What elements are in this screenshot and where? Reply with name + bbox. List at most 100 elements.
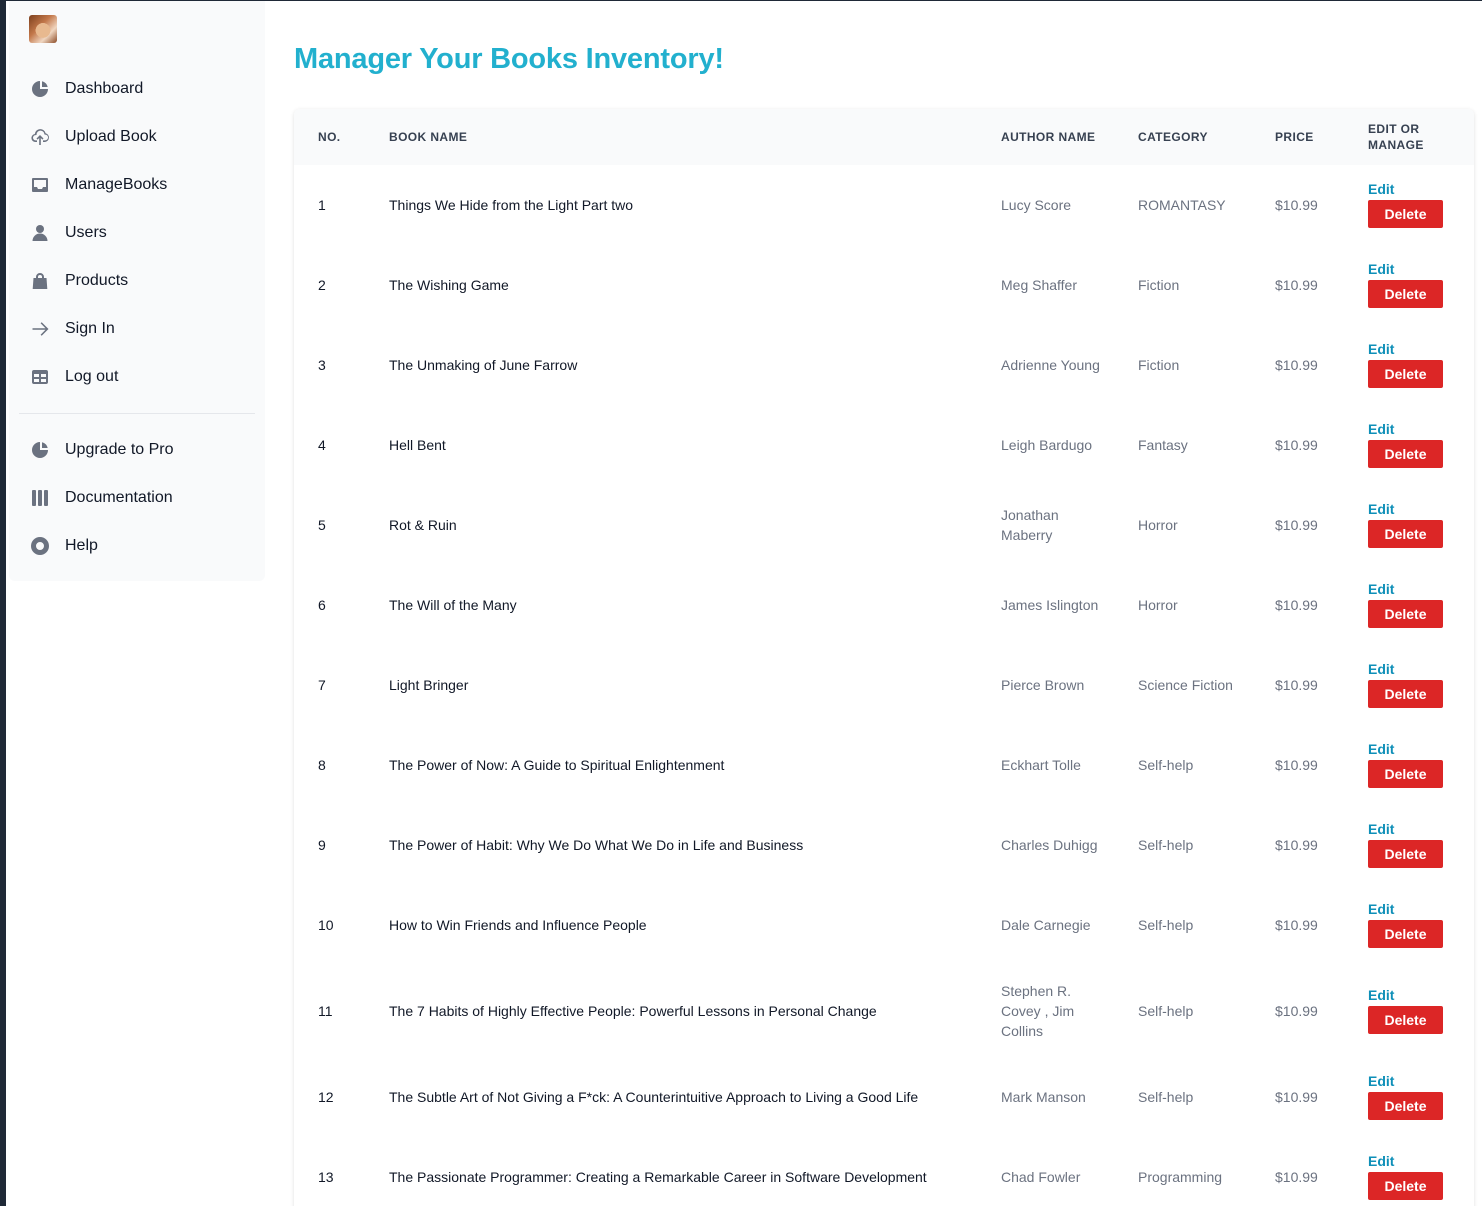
cell-author-name: Eckhart Tolle [1001, 757, 1081, 773]
cell-price: $10.99 [1275, 1089, 1318, 1105]
avatar[interactable] [29, 15, 57, 43]
delete-button[interactable]: Delete [1368, 1172, 1443, 1200]
sidebar-nav: Dashboard Upload Book ManageBooks Users [9, 65, 265, 570]
delete-button[interactable]: Delete [1368, 520, 1443, 548]
row-actions: Edit Delete [1368, 662, 1462, 708]
delete-button[interactable]: Delete [1368, 920, 1443, 948]
cell-actions: Edit Delete [1344, 965, 1474, 1057]
cell-category: Self-help [1138, 837, 1194, 853]
table-row: 3 The Unmaking of June Farrow Adrienne You… [294, 325, 1474, 405]
cell-actions: Edit Delete [1344, 805, 1474, 885]
cell-actions: Edit Delete [1344, 565, 1474, 645]
edit-link[interactable]: Edit [1368, 342, 1394, 356]
delete-button[interactable]: Delete [1368, 280, 1443, 308]
sidebar-item-label: Help [65, 537, 98, 554]
cell-price: $10.99 [1275, 837, 1318, 853]
cell-book-name: Hell Bent [389, 437, 446, 453]
delete-button[interactable]: Delete [1368, 600, 1443, 628]
cell-no: 13 [318, 1169, 334, 1185]
column-header-price: Price [1275, 130, 1314, 144]
sidebar-item-dashboard[interactable]: Dashboard [9, 65, 265, 113]
cell-book-name: How to Win Friends and Influence People [389, 917, 647, 933]
edit-link[interactable]: Edit [1368, 822, 1394, 836]
sidebar-item-products[interactable]: Products [9, 257, 265, 305]
cell-category: Horror [1138, 517, 1178, 533]
lifebuoy-icon [29, 535, 51, 557]
sidebar-item-users[interactable]: Users [9, 209, 265, 257]
edit-link[interactable]: Edit [1368, 582, 1394, 596]
edit-link[interactable]: Edit [1368, 182, 1394, 196]
table-row: 9 The Power of Habit: Why We Do What We D… [294, 805, 1474, 885]
edit-link[interactable]: Edit [1368, 988, 1394, 1002]
sidebar-item-upload-book[interactable]: Upload Book [9, 113, 265, 161]
cell-category: Self-help [1138, 917, 1194, 933]
delete-button[interactable]: Delete [1368, 1092, 1443, 1120]
arrow-right-icon [29, 318, 51, 340]
cell-author-name: Adrienne Young [1001, 357, 1100, 373]
cell-no: 6 [318, 597, 326, 613]
cell-book-name: Rot & Ruin [389, 517, 457, 533]
table-row: 1 Things We Hide from the Light Part two L… [294, 165, 1474, 245]
sidebar-item-log-out[interactable]: Log out [9, 353, 265, 401]
edit-link[interactable]: Edit [1368, 662, 1394, 676]
sidebar-item-label: Documentation [65, 489, 173, 506]
cell-book-name: The Power of Habit: Why We Do What We Do… [389, 837, 804, 853]
delete-button[interactable]: Delete [1368, 1006, 1443, 1034]
table-body: 1 Things We Hide from the Light Part two L… [294, 165, 1474, 1206]
cell-no: 3 [318, 357, 326, 373]
column-header-no: No. [318, 130, 341, 144]
cell-author-name: Leigh Bardugo [1001, 437, 1093, 453]
cell-author-name: James Islington [1001, 597, 1099, 613]
cell-book-name: The Power of Now: A Guide to Spiritual E… [389, 757, 725, 773]
sidebar-item-managebooks[interactable]: ManageBooks [9, 161, 265, 209]
sidebar-item-sign-in[interactable]: Sign In [9, 305, 265, 353]
sidebar-item-upgrade-to-pro[interactable]: Upgrade to Pro [9, 426, 265, 474]
edit-link[interactable]: Edit [1368, 262, 1394, 276]
delete-button[interactable]: Delete [1368, 760, 1443, 788]
column-header-category: Category [1138, 130, 1208, 144]
cell-actions: Edit Delete [1344, 405, 1474, 485]
edit-link[interactable]: Edit [1368, 422, 1394, 436]
cell-price: $10.99 [1275, 517, 1318, 533]
cell-author-name: Lucy Score [1001, 197, 1072, 213]
sidebar-item-label: Upgrade to Pro [65, 441, 174, 458]
sidebar-item-documentation[interactable]: Documentation [9, 474, 265, 522]
delete-button[interactable]: Delete [1368, 680, 1443, 708]
cell-author-name: Pierce Brown [1001, 677, 1085, 693]
cell-book-name: Light Bringer [389, 677, 469, 693]
delete-button[interactable]: Delete [1368, 840, 1443, 868]
cell-category: Self-help [1138, 757, 1194, 773]
edit-link[interactable]: Edit [1368, 742, 1394, 756]
sidebar: Dashboard Upload Book ManageBooks Users [9, 1, 265, 581]
delete-button[interactable]: Delete [1368, 360, 1443, 388]
row-actions: Edit Delete [1368, 422, 1462, 468]
cell-actions: Edit Delete [1344, 245, 1474, 325]
cell-book-name: Things We Hide from the Light Part two [389, 197, 634, 213]
cell-category: ROMANTASY [1138, 197, 1226, 213]
cell-category: Programming [1138, 1169, 1223, 1185]
cell-price: $10.99 [1275, 917, 1318, 933]
edit-link[interactable]: Edit [1368, 902, 1394, 916]
table-row: 2 The Wishing Game Meg Shaffer Fiction $10.9… [294, 245, 1474, 325]
delete-button[interactable]: Delete [1368, 200, 1443, 228]
page-title: Manager Your Books Inventory! [294, 43, 724, 75]
cell-actions: Edit Delete [1344, 165, 1474, 245]
cell-price: $10.99 [1275, 677, 1318, 693]
columns-icon [29, 487, 51, 509]
cell-actions: Edit Delete [1344, 485, 1474, 565]
cell-price: $10.99 [1275, 1003, 1318, 1019]
table-header: No. Book Name Author Name Category Price… [294, 109, 1474, 165]
row-actions: Edit Delete [1368, 822, 1462, 868]
cell-category: Science Fiction [1138, 677, 1233, 693]
sidebar-item-help[interactable]: Help [9, 522, 265, 570]
cell-author-name: Chad Fowler [1001, 1169, 1081, 1185]
edit-link[interactable]: Edit [1368, 502, 1394, 516]
edit-link[interactable]: Edit [1368, 1074, 1394, 1088]
delete-button[interactable]: Delete [1368, 440, 1443, 468]
cell-book-name: The Will of the Many [389, 597, 517, 613]
sidebar-item-label: Upload Book [65, 128, 157, 145]
edit-link[interactable]: Edit [1368, 1154, 1394, 1168]
books-table-container: No. Book Name Author Name Category Price… [294, 109, 1474, 1206]
row-actions: Edit Delete [1368, 1154, 1462, 1200]
cell-category: Horror [1138, 597, 1178, 613]
